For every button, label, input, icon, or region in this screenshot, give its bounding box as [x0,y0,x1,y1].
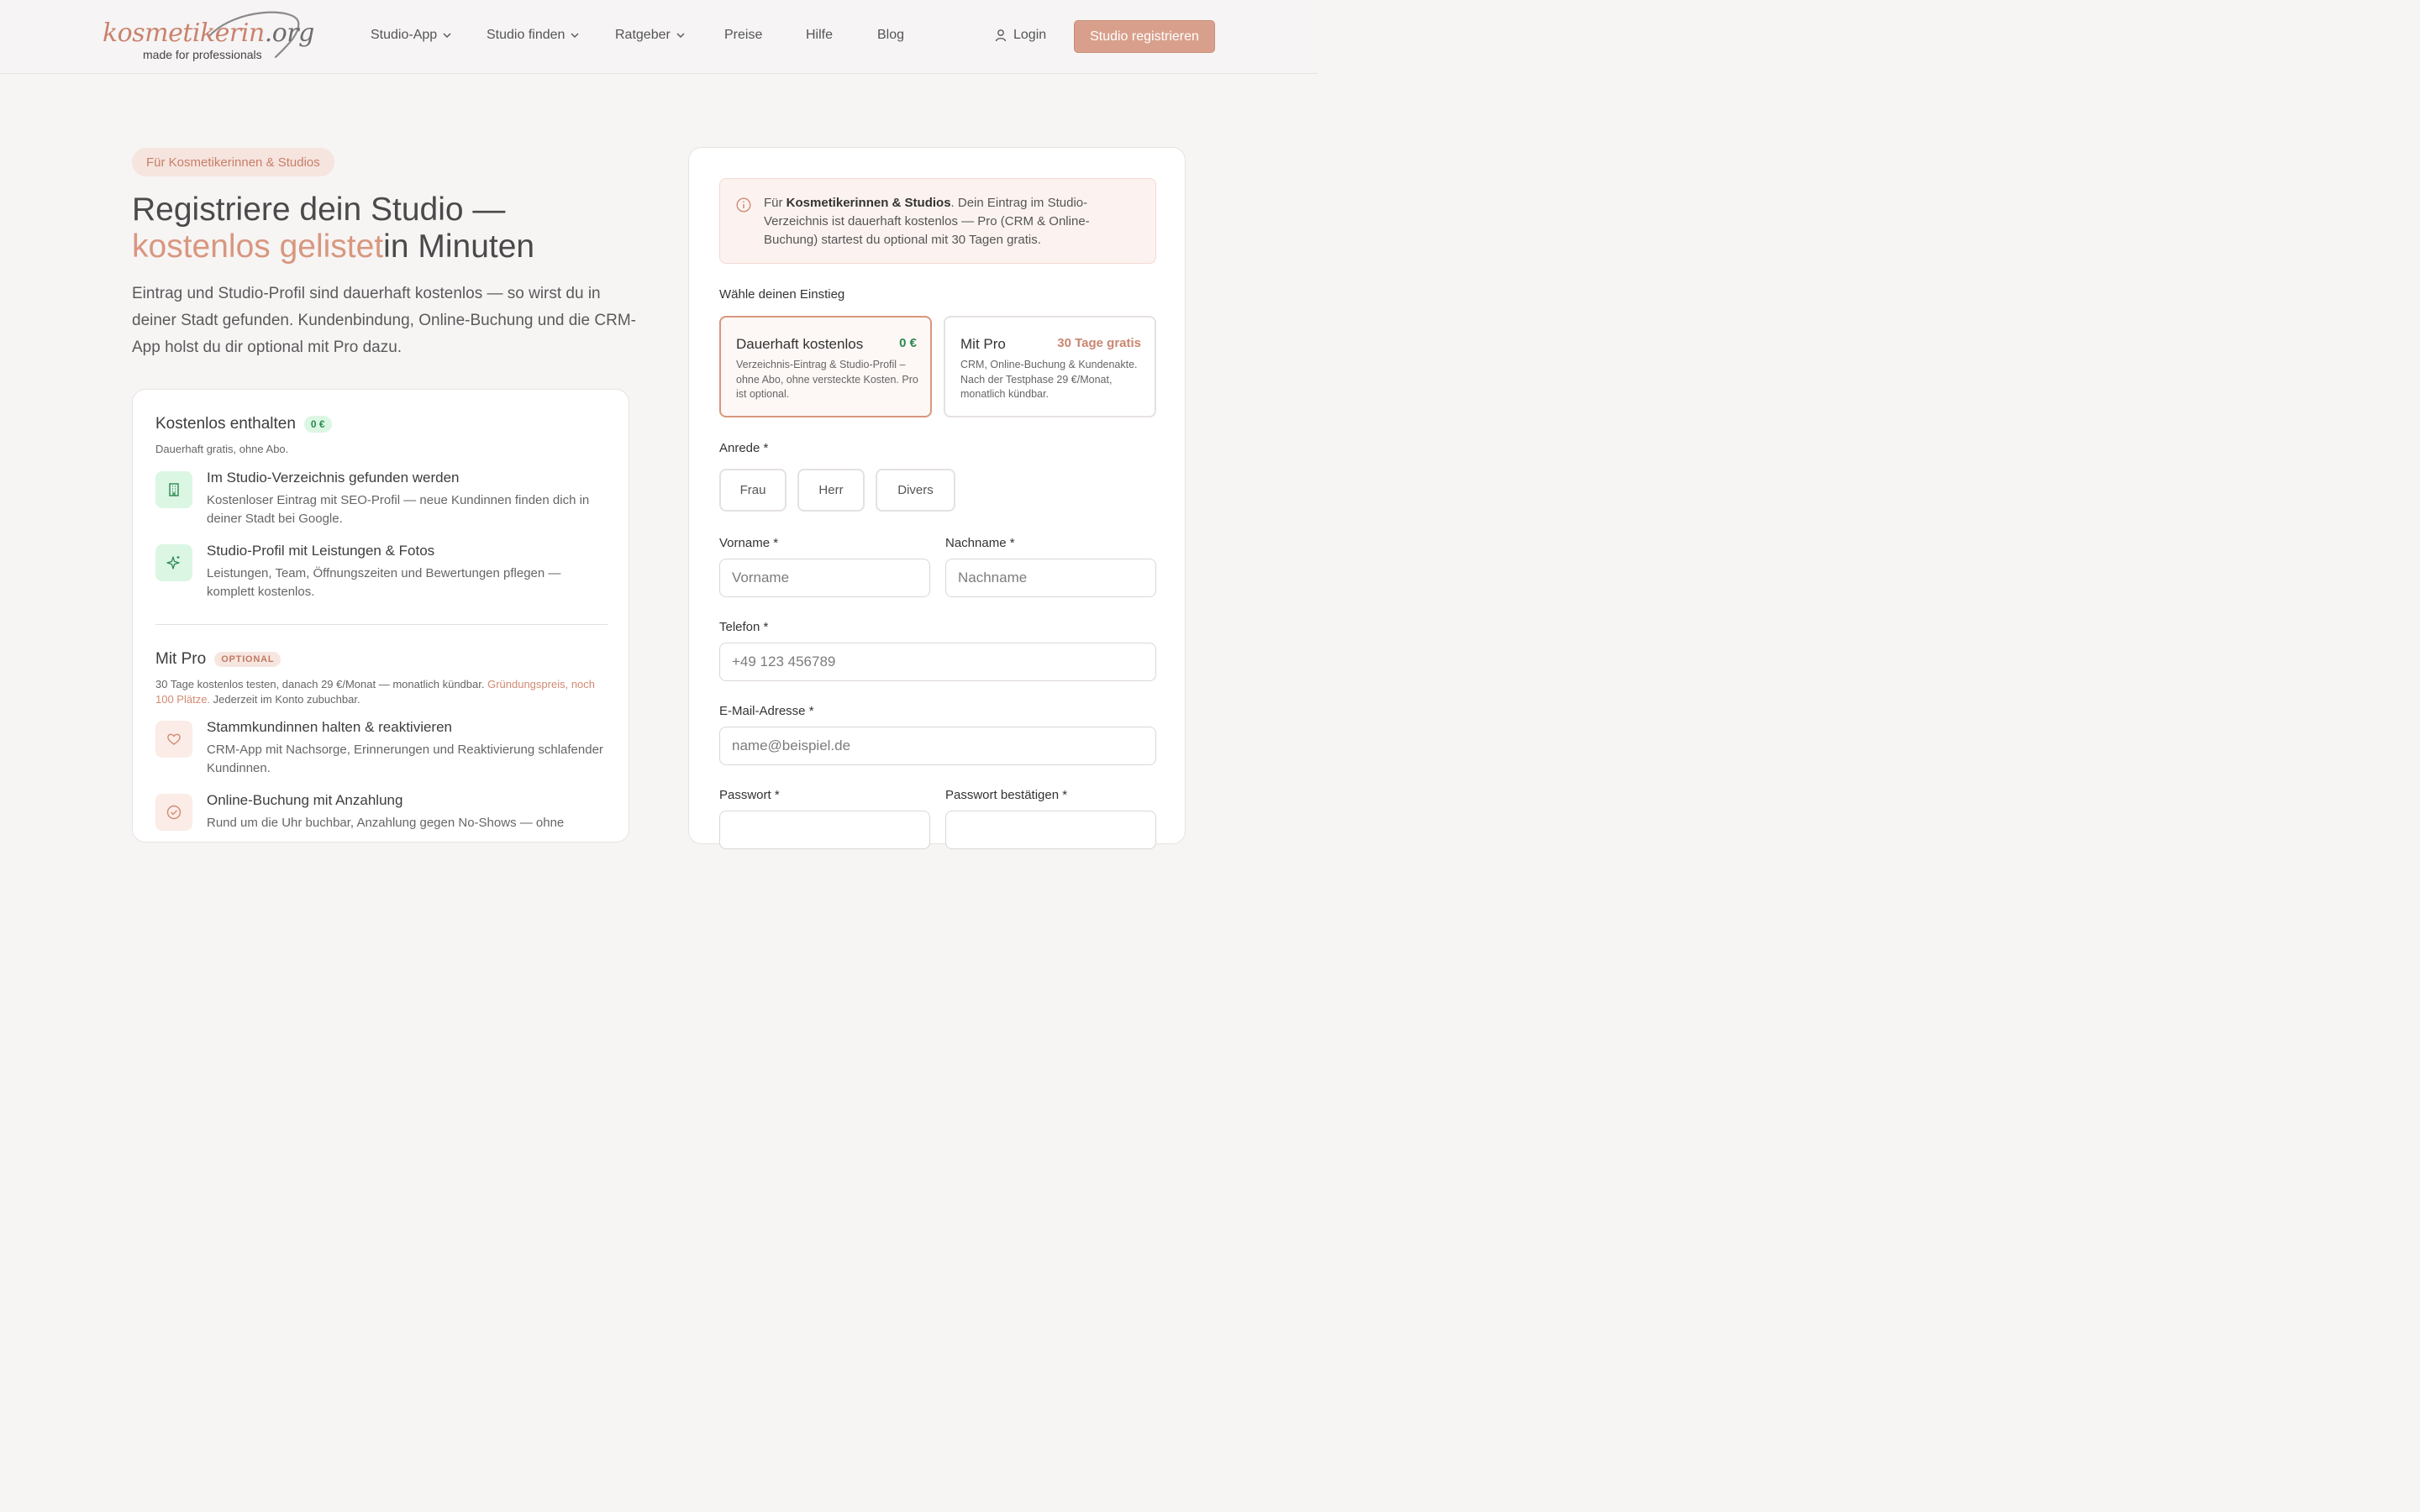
registration-form: Für Kosmetikerinnen & Studios. Dein Eint… [688,147,1186,849]
feature-desc: Rund um die Uhr buchbar, Anzahlung gegen… [207,816,565,830]
nav-label: Preise [724,28,763,42]
lastname-label: Nachname * [945,536,1015,550]
password-confirm-input[interactable] [945,811,1156,849]
nav-studio-finden[interactable]: Studio finden [487,28,580,43]
feature-title: Studio-Profil mit Leistungen & Fotos [207,543,435,559]
phone-label: Telefon * [719,620,769,634]
plan-title: Dauerhaft kostenlos [736,336,864,352]
feature-desc: Kostenloser Eintrag mit SEO-Profil — neu… [207,493,590,526]
nav-blog[interactable]: Blog [877,28,904,43]
notice-text: Für Kosmetikerinnen & Studios. Dein Eint… [764,194,1134,249]
pro-subtitle: 30 Tage kostenlos testen, danach 29 €/Mo… [155,677,609,707]
salutation-divers[interactable]: Divers [876,469,955,512]
feature-title: Im Studio-Verzeichnis gefunden werden [207,470,460,486]
nav-label: Blog [877,28,905,42]
notice-text-part: Für [764,196,786,210]
site-header: kosmetikerin.org made for professionals … [0,0,1318,74]
optional-badge: OPTIONAL [214,652,281,667]
nav-label: Studio-App [371,28,438,42]
lastname-input[interactable] [945,559,1156,597]
title-line1: Registriere dein Studio — [132,192,506,228]
plan-desc: CRM, Online-Buchung & Kundenakte. Nach d… [960,359,1138,400]
pro-title: Mit Pro [155,650,207,668]
free-title: Kostenlos enthalten [155,415,296,433]
page-title: Registriere dein Studio — kostenlos geli… [132,192,653,265]
check-circle-icon [155,794,192,831]
nav-studio-app[interactable]: Studio-App [371,28,452,43]
section-divider [155,624,608,625]
email-label: E-Mail-Adresse * [719,704,814,718]
feature-desc: CRM-App mit Nachsorge, Erinnerungen und … [207,743,603,775]
free-section-title: Kostenlos enthalten 0 € [155,415,332,433]
plan-option-free[interactable]: Dauerhaft kostenlos 0 € Verzeichnis-Eint… [719,316,932,417]
salutation-herr[interactable]: Herr [797,469,865,512]
feature-title: Stammkundinnen halten & reaktivieren [207,719,452,735]
plan-price: 0 € [899,336,917,350]
pro-section-title: Mit Pro OPTIONAL [155,650,281,669]
lead-text: Eintrag und Studio-Profil sind dauerhaft… [132,285,636,356]
nav-label: Ratgeber [615,28,671,42]
firstname-input[interactable] [719,559,930,597]
nav-ratgeber[interactable]: Ratgeber [615,28,686,43]
title-accent: kostenlos gelistet [132,228,384,265]
chevron-down-icon [443,33,451,38]
free-price-badge: 0 € [303,416,332,433]
plan-title: Mit Pro [960,336,1006,352]
password-label: Passwort * [719,788,780,802]
login-label: Login [1013,28,1047,42]
info-icon [736,197,751,213]
email-input[interactable] [719,727,1156,765]
free-subtitle: Dauerhaft gratis, ohne Abo. [155,443,289,455]
pro-subtitle-text: 30 Tage kostenlos testen, danach 29 €/Mo… [155,678,485,690]
title-tail: in Minuten [383,228,535,265]
login-link[interactable]: Login [995,28,1046,43]
plan-option-pro[interactable]: Mit Pro 30 Tage gratis CRM, Online-Buchu… [944,316,1156,417]
user-icon [995,29,1007,42]
building-icon [155,471,192,508]
logo-wordmark: kosmetikerin.org [103,18,314,48]
plan-desc: Verzeichnis-Eintrag & Studio-Profil – oh… [736,359,918,400]
nav-preise[interactable]: Preise [724,28,762,43]
heart-icon [155,721,192,758]
nav-hilfe[interactable]: Hilfe [806,28,833,43]
chevron-down-icon [571,33,579,38]
salutation-label: Anrede * [719,441,769,455]
logo-tagline: made for professionals [143,48,262,61]
feature-desc: Leistungen, Team, Öffnungszeiten und Bew… [207,566,561,599]
plan-price: 30 Tage gratis [1057,336,1141,350]
features-card: Kostenlos enthalten 0 € Dauerhaft gratis… [132,389,629,843]
firstname-label: Vorname * [719,536,779,550]
password-confirm-label: Passwort bestätigen * [945,788,1068,802]
nav-label: Hilfe [806,28,834,42]
chevron-down-icon [676,33,685,38]
phone-input[interactable] [719,643,1156,681]
feature-title: Online-Buchung mit Anzahlung [207,792,403,808]
pro-subtitle-text: Jederzeit im Konto zubuchbar. [213,693,360,706]
info-notice: Für Kosmetikerinnen & Studios. Dein Eint… [719,178,1156,264]
choose-plan-label: Wähle deinen Einstieg [719,287,845,302]
audience-badge: Für Kosmetikerinnen & Studios [132,148,334,176]
register-studio-button[interactable]: Studio registrieren [1074,20,1215,53]
password-input[interactable] [719,811,930,849]
notice-bold: Kosmetikerinnen & Studios [786,196,951,210]
sparkle-icon [155,544,192,581]
logo[interactable]: kosmetikerin.org made for professionals [101,10,314,64]
nav-label: Studio finden [487,28,566,42]
salutation-frau[interactable]: Frau [719,469,786,512]
